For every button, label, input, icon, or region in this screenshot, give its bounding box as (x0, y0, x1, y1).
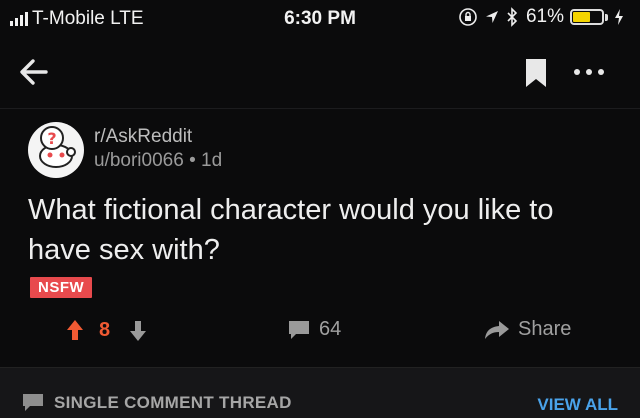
vote-score: 8 (99, 319, 111, 341)
share-arrow-icon (485, 320, 509, 339)
comment-bubble-icon (289, 320, 309, 339)
thread-label: SINGLE COMMENT THREAD (54, 393, 292, 412)
thread-label-group: SINGLE COMMENT THREAD (22, 393, 292, 413)
subreddit-avatar[interactable]: ? (28, 122, 84, 178)
bluetooth-icon (507, 7, 518, 27)
charging-bolt-icon (615, 9, 623, 25)
comment-bubble-icon (23, 394, 43, 411)
upvote-arrow-icon[interactable] (66, 319, 84, 341)
comments-button[interactable]: 64 (287, 318, 341, 341)
comment-count: 64 (319, 318, 342, 340)
view-all-link[interactable]: VIEW ALL (537, 395, 618, 415)
subreddit-link[interactable]: r/AskReddit (94, 126, 192, 148)
status-bar: T-Mobile LTE 6:30 PM 61% (0, 0, 640, 38)
share-label: Share (518, 318, 572, 340)
battery-tip (605, 13, 608, 21)
back-arrow-icon[interactable] (16, 54, 52, 90)
battery-percent: 61% (525, 6, 564, 27)
comment-thread-footer: SINGLE COMMENT THREAD VIEW ALL (0, 367, 640, 418)
svg-text:?: ? (47, 129, 56, 148)
share-button[interactable]: Share (484, 318, 571, 341)
downvote-arrow-icon[interactable] (129, 320, 147, 342)
meta-separator: • (189, 150, 196, 171)
nav-bar (0, 38, 640, 109)
post-age: 1d (201, 150, 223, 171)
post-meta: u/bori0066 • 1d (94, 150, 222, 172)
nsfw-badge: NSFW (30, 277, 93, 298)
battery-fill (573, 12, 591, 22)
post-actions: 8 64 Share (0, 314, 640, 354)
askreddit-alien-icon: ? (29, 123, 83, 177)
location-arrow-icon (485, 11, 498, 23)
bookmark-icon[interactable] (525, 58, 547, 88)
status-right-group: 61% (458, 6, 624, 28)
battery-icon (570, 9, 604, 25)
author-link[interactable]: u/bori0066 (94, 150, 184, 171)
more-dots-icon[interactable] (570, 62, 610, 82)
orientation-lock-icon (459, 8, 477, 26)
post-title: What fictional character would you like … (28, 194, 554, 266)
